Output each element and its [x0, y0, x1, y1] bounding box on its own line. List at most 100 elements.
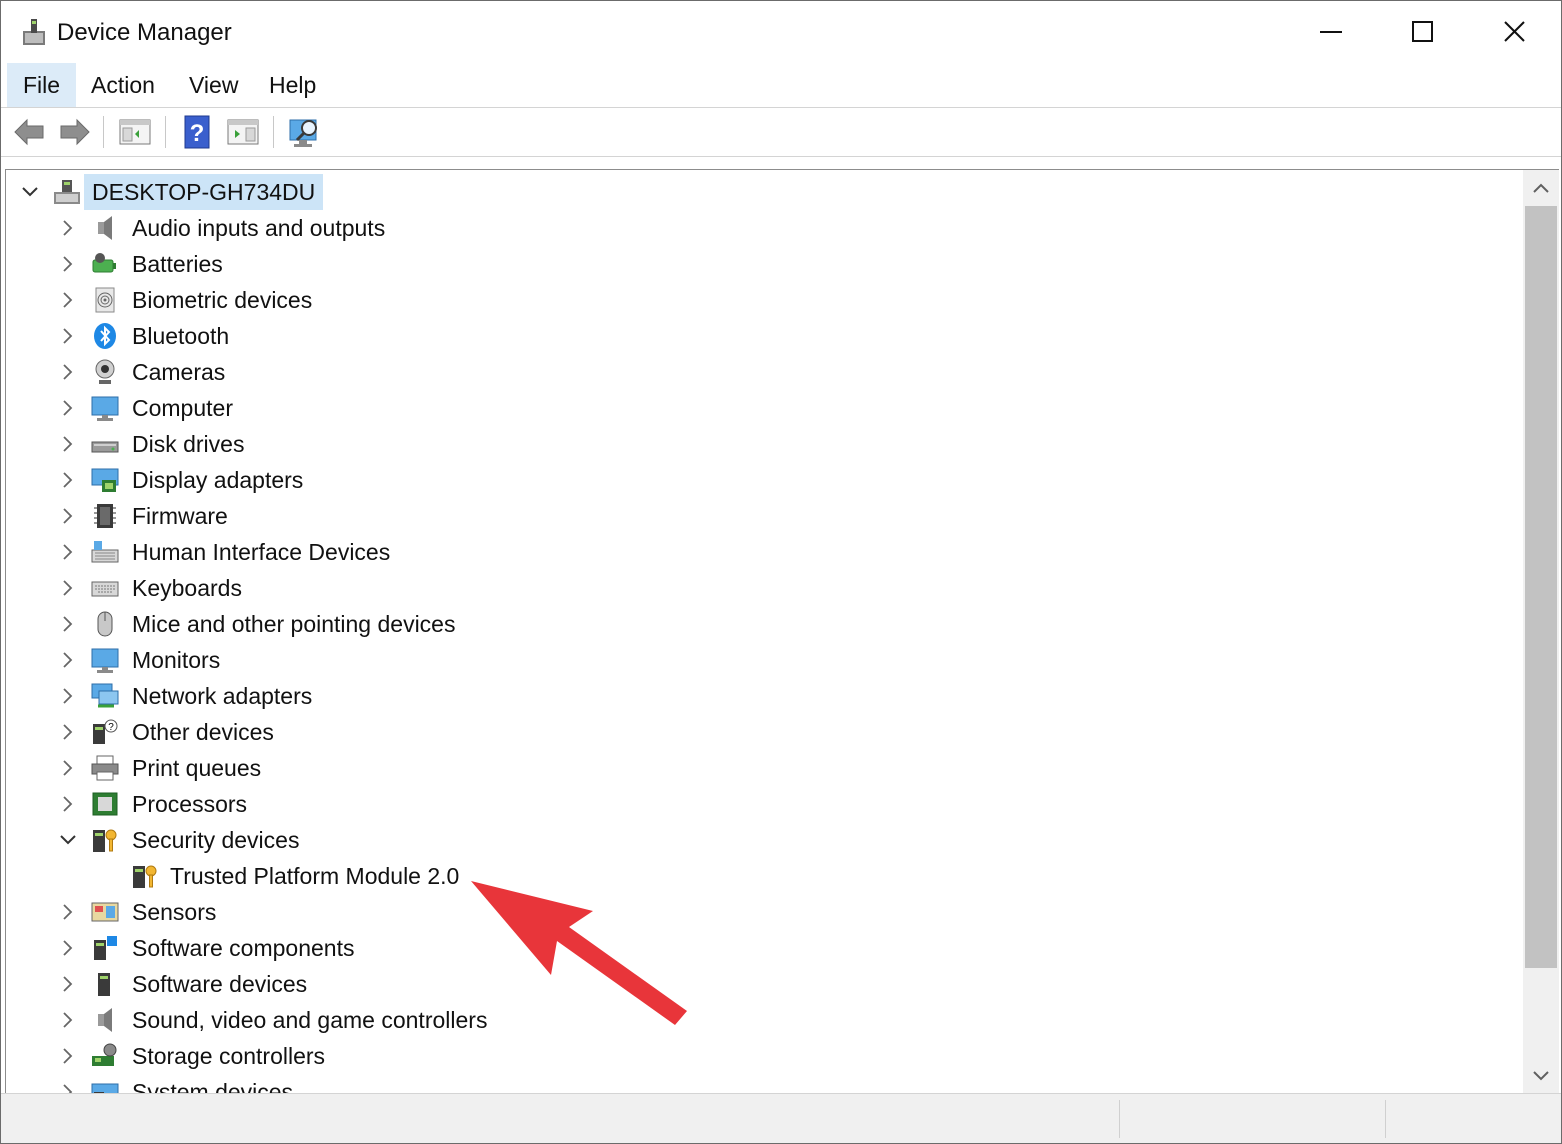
chevron-down-icon[interactable]: [20, 182, 40, 202]
tree-device-trusted-platform-module-2-0[interactable]: Trusted Platform Module 2.0: [6, 858, 1516, 894]
title-bar[interactable]: Device Manager: [1, 1, 1561, 63]
chevron-right-icon[interactable]: [58, 542, 78, 562]
status-divider: [1119, 1100, 1120, 1138]
tree-category-batteries[interactable]: Batteries: [6, 246, 1516, 282]
scroll-down-arrow-icon[interactable]: [1523, 1058, 1559, 1094]
tree-category-label: Cameras: [132, 359, 226, 385]
hid-icon: [91, 541, 119, 563]
tree-category-label: Storage controllers: [132, 1043, 326, 1069]
toolbar-separator: [273, 116, 274, 148]
close-button[interactable]: [1469, 1, 1561, 63]
chevron-right-icon[interactable]: [58, 938, 78, 958]
show-hide-console-tree-icon[interactable]: [117, 114, 153, 150]
maximize-button[interactable]: [1377, 1, 1469, 63]
computer-tower-icon: [54, 180, 80, 204]
monitor-icon: [91, 648, 119, 673]
tree-category-biometric-devices[interactable]: Biometric devices: [6, 282, 1516, 318]
tree-category-security-devices[interactable]: Security devices: [6, 822, 1516, 858]
minimize-button[interactable]: [1285, 1, 1377, 63]
chevron-right-icon[interactable]: [58, 902, 78, 922]
svg-text:?: ?: [108, 722, 114, 733]
tree-category-label: Batteries: [132, 251, 223, 277]
tree-category-label: Audio inputs and outputs: [132, 215, 386, 241]
tree-category-label: Display adapters: [132, 467, 304, 493]
menu-view[interactable]: View: [175, 63, 252, 107]
tree-category-print-queues[interactable]: Print queues: [6, 750, 1516, 786]
tree-category-label: Network adapters: [132, 683, 313, 709]
chevron-right-icon[interactable]: [58, 794, 78, 814]
tree-category-bluetooth[interactable]: Bluetooth: [6, 318, 1516, 354]
tree-category-label: Biometric devices: [132, 287, 313, 313]
chevron-right-icon[interactable]: [58, 362, 78, 382]
device-manager-app-icon: [23, 19, 45, 45]
chevron-right-icon[interactable]: [58, 650, 78, 670]
tree-category-display-adapters[interactable]: Display adapters: [6, 462, 1516, 498]
chevron-right-icon[interactable]: [58, 434, 78, 454]
tree-category-human-interface-devices[interactable]: Human Interface Devices: [6, 534, 1516, 570]
tree-device-label: Trusted Platform Module 2.0: [170, 863, 460, 889]
tree-category-system-devices[interactable]: System devices: [6, 1074, 1516, 1094]
chevron-right-icon[interactable]: [58, 686, 78, 706]
chevron-right-icon[interactable]: [58, 974, 78, 994]
tree-category-sensors[interactable]: Sensors: [6, 894, 1516, 930]
chevron-right-icon[interactable]: [58, 290, 78, 310]
tree-category-other-devices[interactable]: ? Other devices: [6, 714, 1516, 750]
tree-category-storage-controllers[interactable]: Storage controllers: [6, 1038, 1516, 1074]
chevron-right-icon[interactable]: [58, 1046, 78, 1066]
tree-category-disk-drives[interactable]: Disk drives: [6, 426, 1516, 462]
menu-bar: File Action View Help: [1, 63, 1561, 107]
chevron-right-icon[interactable]: [58, 758, 78, 778]
processor-icon: [92, 792, 118, 816]
menu-file[interactable]: File: [7, 63, 77, 107]
tree-category-mice-and-other-pointing-devices[interactable]: Mice and other pointing devices: [6, 606, 1516, 642]
scroll-up-arrow-icon[interactable]: [1523, 170, 1559, 206]
chevron-right-icon[interactable]: [58, 254, 78, 274]
tree-category-sound-video-and-game-controllers[interactable]: Sound, video and game controllers: [6, 1002, 1516, 1038]
software-component-icon: [94, 936, 117, 960]
chip-icon: [94, 504, 116, 528]
chevron-right-icon[interactable]: [58, 218, 78, 238]
close-icon: [1504, 21, 1525, 42]
back-arrow-icon[interactable]: [11, 114, 47, 150]
chevron-right-icon[interactable]: [58, 398, 78, 418]
status-divider: [1385, 1100, 1386, 1138]
keyboard-icon: [91, 581, 119, 597]
tree-category-processors[interactable]: Processors: [6, 786, 1516, 822]
scrollbar-thumb[interactable]: [1525, 206, 1557, 968]
chevron-right-icon[interactable]: [58, 1010, 78, 1030]
tree-category-software-components[interactable]: Software components: [6, 930, 1516, 966]
chevron-right-icon[interactable]: [58, 722, 78, 742]
chevron-right-icon[interactable]: [58, 326, 78, 346]
tree-category-label: Computer: [132, 395, 233, 421]
scan-hardware-changes-icon[interactable]: [287, 114, 323, 150]
tree-category-network-adapters[interactable]: Network adapters: [6, 678, 1516, 714]
device-tree[interactable]: DESKTOP-GH734DU Audio inputs and outputs B…: [5, 169, 1524, 1094]
help-icon[interactable]: ?: [179, 114, 215, 150]
tree-category-audio-inputs-and-outputs[interactable]: Audio inputs and outputs: [6, 210, 1516, 246]
tree-category-label: System devices: [132, 1079, 294, 1094]
menu-action[interactable]: Action: [77, 63, 169, 107]
menu-help[interactable]: Help: [255, 63, 330, 107]
tree-category-monitors[interactable]: Monitors: [6, 642, 1516, 678]
speaker-icon: [98, 1008, 112, 1032]
tree-category-cameras[interactable]: Cameras: [6, 354, 1516, 390]
chevron-right-icon[interactable]: [58, 506, 78, 526]
tree-category-software-devices[interactable]: Software devices: [6, 966, 1516, 1002]
chevron-right-icon[interactable]: [58, 470, 78, 490]
tree-category-label: Firmware: [132, 503, 228, 529]
chevron-right-icon[interactable]: [58, 614, 78, 634]
forward-arrow-icon[interactable]: [57, 114, 93, 150]
tree-category-computer[interactable]: Computer: [6, 390, 1516, 426]
tree-category-firmware[interactable]: Firmware: [6, 498, 1516, 534]
tree-category-keyboards[interactable]: Keyboards: [6, 570, 1516, 606]
action-pane-icon[interactable]: [225, 114, 261, 150]
tree-root-node[interactable]: DESKTOP-GH734DU: [6, 174, 1516, 210]
security-key-icon: [93, 829, 117, 852]
svg-text:?: ?: [190, 120, 205, 147]
network-icon: [91, 683, 119, 708]
tree-category-label: Keyboards: [132, 575, 242, 601]
chevron-down-icon[interactable]: [58, 830, 78, 850]
chevron-right-icon[interactable]: [58, 578, 78, 598]
vertical-scrollbar[interactable]: [1523, 169, 1559, 1094]
security-key-icon: [133, 865, 157, 888]
